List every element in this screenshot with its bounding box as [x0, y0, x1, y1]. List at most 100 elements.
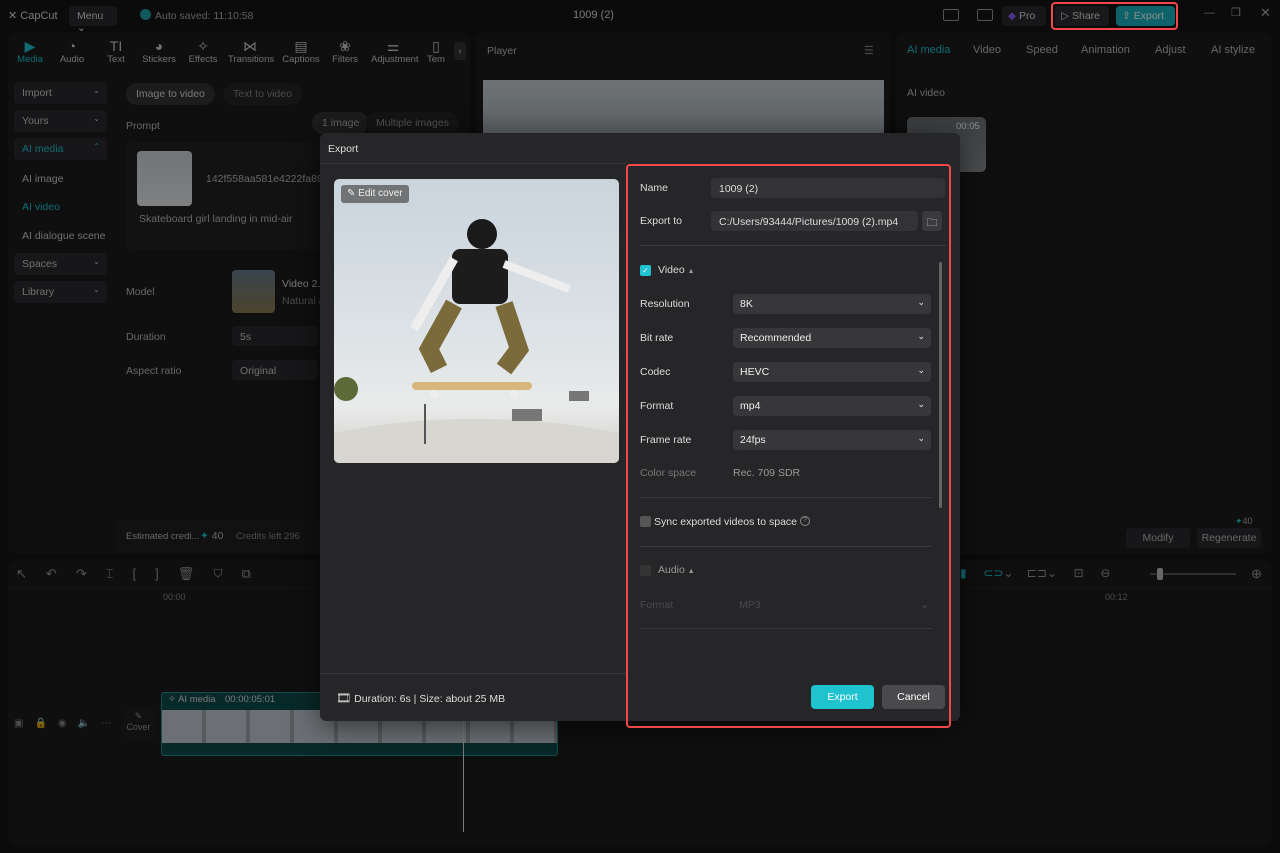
dialog-header-divider — [320, 163, 626, 164]
prompt-thumbnail — [137, 151, 192, 206]
timeline-toolbar: ↖↶↷⌶[]🗑⛉⧉ — [16, 566, 270, 582]
tab-stickers[interactable]: ◕Stickers — [137, 38, 181, 65]
clip-duration: 00:00:05:01 — [225, 694, 275, 705]
model-thumbnail — [232, 270, 275, 313]
edit-cover-button[interactable]: ✎ Edit cover — [341, 185, 409, 203]
credits-left: Credits left 296 — [236, 531, 300, 542]
link-icon[interactable]: ⊂⊃ — [983, 566, 1003, 580]
tab-image-to-video[interactable]: Image to video — [126, 83, 215, 105]
time-marker-12: 00:12 — [1105, 592, 1128, 602]
magnet-icon[interactable]: ▮ — [960, 566, 967, 580]
tab-effects[interactable]: ✧Effects — [181, 38, 225, 65]
tab-text[interactable]: TIText — [94, 38, 138, 65]
sidebar-ai-media[interactable]: AI media⌃ — [14, 138, 107, 160]
prompt-text[interactable]: Skateboard girl landing in mid-air — [139, 213, 293, 225]
volume-icon[interactable]: 🔈 — [78, 718, 101, 729]
tab-filters[interactable]: ❀Filters — [323, 38, 367, 65]
toolbar-next-icon[interactable]: › — [454, 42, 466, 60]
tab-text-to-video[interactable]: Text to video — [223, 83, 302, 105]
zoom-in-icon[interactable]: ⊕ — [1251, 566, 1262, 582]
tab-audio[interactable]: ◔Audio — [50, 38, 94, 65]
cover-button[interactable]: ✎Cover — [122, 708, 155, 740]
tab-adjustment[interactable]: ⚌Adjustment — [371, 38, 415, 65]
tab-animation[interactable]: Animation — [1081, 44, 1130, 56]
audio-icon: ◔ — [50, 38, 94, 54]
one-image-toggle[interactable]: 1 image — [312, 112, 369, 134]
track-video-icon[interactable]: ▣ — [14, 718, 34, 729]
preview-axis-icon[interactable]: ⊏⊐ — [1027, 566, 1047, 580]
pro-button[interactable]: ◆ Pro — [1002, 6, 1046, 26]
close-icon[interactable]: ✕ — [1260, 5, 1271, 21]
sidebar-import[interactable]: Import⌄ — [14, 82, 107, 104]
zoom-controls: ▮ ⊂⊃⌄ ⊏⊐⌄ ⊡ ⊖ — [960, 566, 1110, 580]
split-icon[interactable]: ⌶ — [106, 566, 133, 581]
minimize-icon[interactable]: — — [1204, 7, 1215, 19]
regenerate-cost-badge: ✦40 — [1233, 516, 1255, 527]
undo-icon[interactable]: ↶ — [46, 566, 76, 581]
fit-icon[interactable]: ⊡ — [1074, 566, 1084, 580]
zoom-slider[interactable] — [1150, 573, 1236, 575]
stickers-icon: ◕ — [137, 38, 181, 54]
ai-video-section[interactable]: AI video — [907, 87, 945, 99]
clip-label: ✧ AI media — [168, 694, 216, 705]
menu-button[interactable]: Menu ⌄ — [69, 6, 117, 26]
player-menu-icon[interactable]: ☰ — [864, 44, 874, 57]
sidebar-library[interactable]: Library⌄ — [14, 281, 107, 303]
split-left-icon[interactable]: [ — [133, 566, 156, 581]
sidebar-yours[interactable]: Yours⌄ — [14, 110, 107, 132]
film-icon: 🎞 — [336, 691, 351, 705]
sidebar-ai-image[interactable]: AI image — [22, 173, 63, 185]
cover-preview — [334, 179, 619, 463]
delete-icon[interactable]: 🗑 — [178, 566, 214, 581]
zoom-out-icon[interactable]: ⊖ — [1100, 566, 1110, 580]
tab-video[interactable]: Video — [973, 44, 1001, 56]
regenerate-button[interactable]: Regenerate — [1197, 528, 1261, 548]
tab-tem[interactable]: ▯Tem — [422, 38, 450, 65]
redo-icon[interactable]: ↷ — [76, 566, 106, 581]
credit-cost: ✦ 40 — [200, 530, 223, 542]
time-marker-0: 00:00 — [163, 592, 186, 602]
tab-adjust[interactable]: Adjust — [1155, 44, 1186, 56]
sidebar-ai-video[interactable]: AI video — [22, 201, 60, 213]
logo: ✕ CapCut — [8, 9, 58, 22]
sparkle-icon: ✦ — [1235, 516, 1243, 526]
lock-icon[interactable]: 🔒 — [34, 718, 57, 729]
sidebar-ai-dialogue[interactable]: AI dialogue scene — [22, 230, 105, 242]
more-icon[interactable]: ⋯ — [101, 718, 122, 729]
tab-captions[interactable]: ▤Captions — [279, 38, 323, 65]
tab-ai-stylize[interactable]: AI stylize — [1211, 44, 1255, 56]
tab-ai-media[interactable]: AI media — [907, 44, 950, 56]
crop-icon[interactable]: ⧉ — [242, 566, 270, 581]
text-icon: TI — [94, 38, 138, 54]
multiple-images-toggle[interactable]: Multiple images — [366, 112, 459, 134]
duration-label: Duration — [126, 331, 166, 343]
player-title: Player — [487, 45, 517, 57]
tab-speed[interactable]: Speed — [1026, 44, 1058, 56]
select-tool-icon[interactable]: ↖ — [16, 566, 46, 581]
layout-icon[interactable] — [943, 9, 959, 21]
model-name[interactable]: Video 2. — [282, 278, 320, 290]
tab-transitions[interactable]: ⋈Transitions — [228, 38, 272, 65]
prompt-label: Prompt — [126, 120, 160, 132]
modify-button[interactable]: Modify — [1126, 528, 1190, 548]
shortcut-icon[interactable] — [977, 9, 993, 21]
split-right-icon[interactable]: ] — [155, 566, 178, 581]
marker-icon[interactable]: ⛉ — [213, 566, 241, 581]
skateboarder-image — [334, 179, 619, 463]
sparkle-icon: ✦ — [200, 530, 209, 542]
media-icon: ▶ — [8, 38, 52, 54]
duration-select[interactable]: 5s — [232, 326, 318, 346]
sidebar-spaces[interactable]: Spaces⌄ — [14, 253, 107, 275]
track-controls: ▣🔒◉🔈⋯ — [14, 718, 122, 729]
highlight-share-export — [1051, 2, 1178, 30]
adjustment-icon: ⚌ — [371, 38, 415, 54]
tab-media[interactable]: ▶Media — [8, 38, 52, 65]
prompt-file-name: 142f558aa581e4222fa89 — [206, 173, 323, 185]
project-title: 1009 (2) — [573, 9, 614, 21]
filters-icon: ❀ — [323, 38, 367, 54]
maximize-icon[interactable]: ❐ — [1231, 6, 1241, 19]
zoom-slider-handle[interactable] — [1157, 568, 1163, 580]
aspect-ratio-select[interactable]: Original — [232, 360, 318, 380]
check-icon — [140, 9, 151, 20]
eye-icon[interactable]: ◉ — [58, 718, 78, 729]
